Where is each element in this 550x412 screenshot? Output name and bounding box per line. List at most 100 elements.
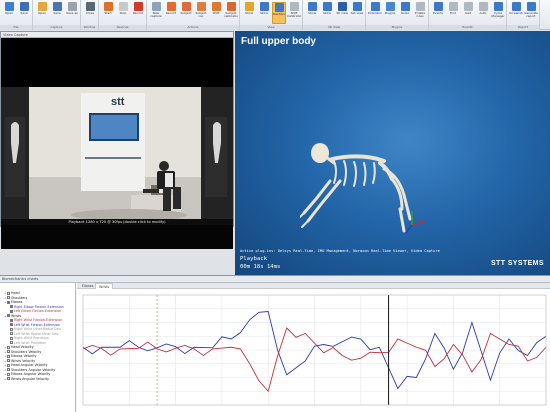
tree-checkbox[interactable]: [7, 314, 10, 317]
auto-icon: [478, 2, 488, 11]
line-chart[interactable]: [77, 289, 550, 412]
tree-checkbox[interactable]: [10, 336, 13, 340]
toolbar-button-label: Stop: [119, 12, 127, 15]
toolbar-button-label: Cycle Manager: [491, 12, 505, 19]
tree-checkbox[interactable]: [10, 341, 13, 344]
save-button[interactable]: Save: [17, 2, 31, 24]
report-icon: [526, 2, 536, 11]
toolbar-group-caption: Capture: [33, 25, 80, 30]
screenshots-button[interactable]: Screenshots: [509, 2, 523, 24]
variables-list: + Head + Shoulders + Elbows Right Elbow Flexio…: [0, 291, 75, 382]
tree-checkbox[interactable]: [7, 354, 10, 358]
cycle-manager-button[interactable]: Cycle Manager: [491, 2, 505, 24]
rules-button[interactable]: Rules: [398, 2, 412, 24]
subject-button[interactable]: Subject: [179, 2, 193, 24]
toolbar-group-5: Show Skins DashboardShift Calibration View: [240, 0, 303, 30]
tree-checkbox[interactable]: [10, 323, 13, 326]
graph-panel-header: Biomechanics charts: [0, 276, 550, 283]
toolbar-group-caption: Events: [429, 25, 506, 30]
biomechanics-graph-panel: Biomechanics charts + Head + Shoulders + Elbo…: [0, 275, 550, 412]
show-button[interactable]: Show: [305, 2, 319, 24]
3d-view-panel[interactable]: Full upper body Active plug-ins: Delsys …: [235, 31, 550, 275]
svg-text:stt: stt: [111, 96, 125, 108]
record-icon: [166, 2, 176, 11]
plugins-button[interactable]: Plugins: [383, 2, 397, 24]
close-button[interactable]: Close: [83, 2, 97, 24]
playback-mode-label: Playback: [240, 256, 267, 262]
tree-checkbox[interactable]: [10, 318, 13, 322]
gait-button[interactable]: Gait: [461, 2, 475, 24]
find-button[interactable]: Find: [446, 2, 460, 24]
tree-checkbox[interactable]: [7, 291, 10, 295]
skins-button[interactable]: Skins: [320, 2, 334, 24]
open-button[interactable]: Open: [35, 2, 49, 24]
toolbar-button-label: Shift Calibration: [287, 12, 301, 19]
toolbar-button-label: Open: [4, 12, 13, 15]
set-view-button[interactable]: Set view: [350, 2, 364, 24]
tree-checkbox[interactable]: [7, 296, 10, 299]
subject-calibration-button[interactable]: Subject calibration: [224, 2, 238, 24]
toolbar-button-label: Subject cal.: [195, 12, 207, 19]
toolbar-button-label: 3D view: [335, 12, 349, 15]
tree-checkbox[interactable]: [7, 368, 10, 371]
toolbar-button-label: Events: [432, 12, 444, 15]
open-button[interactable]: Open: [2, 2, 16, 24]
stop-button[interactable]: Stop: [116, 2, 130, 24]
new-capture-icon: [151, 2, 161, 11]
shift-calibration-button[interactable]: Shift Calibration: [287, 2, 301, 24]
tree-checkbox[interactable]: [7, 372, 10, 376]
events-button[interactable]: Events: [431, 2, 445, 24]
tree-checkbox[interactable]: [10, 305, 13, 308]
save-button[interactable]: Save: [50, 2, 64, 24]
toolbar-button-label: Subject: [180, 12, 192, 15]
tree-item-label: Shoulders Angular Velocity: [11, 367, 56, 372]
new-capture-button[interactable]: New capture: [149, 2, 163, 24]
generate-report-button[interactable]: Generate report: [524, 2, 538, 24]
tree-checkbox[interactable]: [7, 359, 10, 362]
tree-checkbox[interactable]: [7, 345, 10, 349]
dashboard-icon: [274, 3, 284, 12]
close-icon: [85, 2, 95, 11]
shift-button[interactable]: Shift: [209, 2, 223, 24]
tree-item-label: Head Angular Velocity: [11, 363, 48, 367]
toolbar-button-label: Record: [165, 12, 177, 15]
tree-checkbox[interactable]: [10, 309, 13, 313]
3d-view-icon: [337, 2, 347, 11]
video-status-bar[interactable]: Playback 1280 x 720 @ 30fps (double clic…: [1, 219, 233, 225]
active-plugins-text: Active plug-ins: Delsys Real-Time, IMU M…: [240, 249, 440, 253]
tree-checkbox[interactable]: [10, 332, 13, 335]
auto-button[interactable]: Auto: [476, 2, 490, 24]
shift-calibration-icon: [289, 2, 299, 11]
toolbar-button-label: New capture: [150, 12, 162, 19]
toolbar-button-label: Enable rules: [414, 12, 426, 19]
toolbar-group-0: Open Save File: [0, 0, 33, 30]
show-button[interactable]: Show: [242, 2, 256, 24]
toolbar-button-label: Record: [132, 12, 144, 15]
3d-view-button[interactable]: 3D view: [335, 2, 349, 24]
start-button[interactable]: Start: [101, 2, 115, 24]
tree-checkbox[interactable]: [10, 327, 13, 331]
dashboard-button[interactable]: Dashboard: [272, 2, 286, 24]
skins-icon: [259, 2, 269, 11]
tree-checkbox[interactable]: [7, 300, 10, 304]
save-disk-icon: [19, 2, 29, 11]
set-view-icon: [352, 2, 362, 11]
calibration-icon: [196, 2, 206, 11]
ribbon-toolbar: Open Save File Open Save Save as Capture Close W…: [0, 0, 550, 30]
skins-button[interactable]: Skins: [257, 2, 271, 24]
toolbar-group-3: Start Stop Record Devices: [99, 0, 147, 30]
subject-cal--button[interactable]: Subject cal.: [194, 2, 208, 24]
tree-checkbox[interactable]: [7, 377, 10, 380]
tree-item-label: Left Wrist Radial-Ulnar Dev.: [14, 331, 60, 336]
save-as-button[interactable]: Save as: [65, 2, 79, 24]
toolbar-button-label: Find: [449, 12, 457, 15]
tree-checkbox[interactable]: [7, 350, 10, 353]
tree-item[interactable]: + Wrists Angular Velocity: [0, 377, 75, 382]
record-button[interactable]: Record: [131, 2, 145, 24]
open-folder-icon: [37, 2, 47, 11]
extensions-button[interactable]: Extensions: [368, 2, 382, 24]
tree-checkbox[interactable]: [7, 363, 10, 367]
record-button[interactable]: Record: [164, 2, 178, 24]
enable-rules-button[interactable]: Enable rules: [413, 2, 427, 24]
stop-icon: [118, 2, 128, 11]
